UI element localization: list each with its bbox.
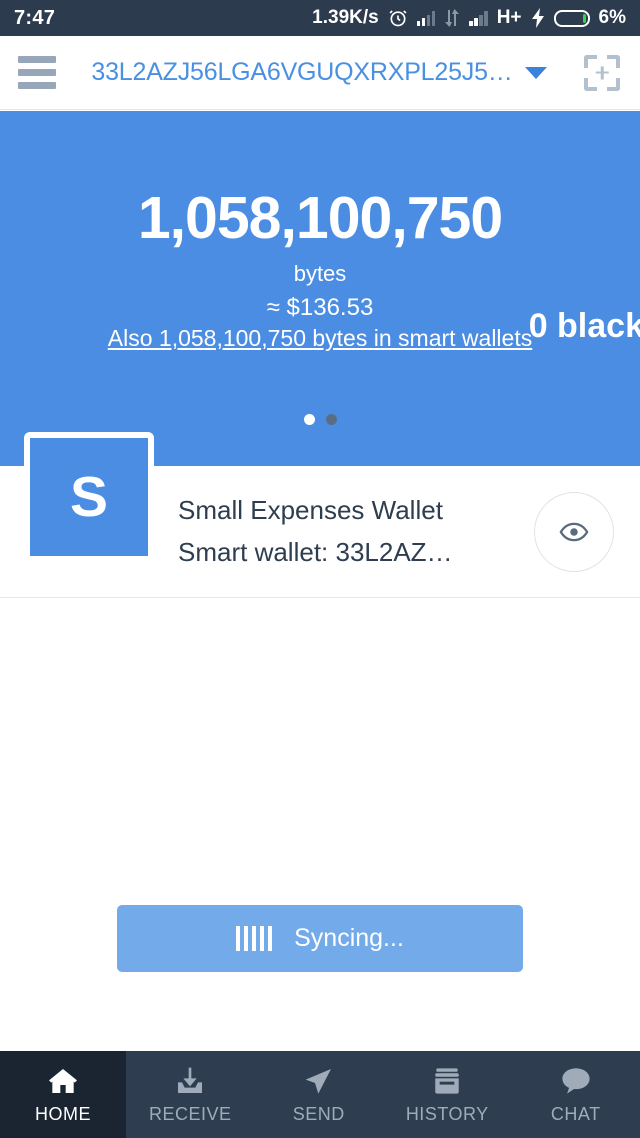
nav-item-send[interactable]: SEND <box>255 1051 384 1138</box>
pager-dot-2[interactable] <box>325 414 337 425</box>
eye-icon <box>559 522 589 542</box>
smart-wallets-link[interactable]: Also 1,058,100,750 bytes in smart wallet… <box>0 325 640 352</box>
battery-percent-text: 6% <box>598 7 626 28</box>
nav-item-home[interactable]: HOME <box>0 1051 126 1138</box>
balance-unit: bytes <box>293 261 347 286</box>
syncing-label: Syncing... <box>294 924 404 952</box>
carousel-pager[interactable] <box>0 414 640 425</box>
eye-icon-button[interactable] <box>534 492 614 572</box>
wallet-title: Small Expenses Wallet <box>178 495 443 525</box>
app-root: 7:47 1.39K/s H+ 6% 33L2AZJ56LGA6VGUQXRXP… <box>0 0 640 1138</box>
nav-item-history[interactable]: HISTORY <box>383 1051 512 1138</box>
nav-label-send: SEND <box>292 1104 345 1124</box>
network-speed-text: 1.39K/s <box>312 7 379 28</box>
alarm-clock-icon <box>388 8 408 28</box>
signal-bars-icon <box>416 10 436 26</box>
chevron-down-icon <box>524 66 547 79</box>
signal-bars-icon-2 <box>469 10 488 26</box>
pager-dot-1[interactable] <box>303 414 315 425</box>
wallet-address-text: 33L2AZJ56LGA6VGUQXRXPL25J5… <box>91 58 513 86</box>
wallet-avatar: S <box>24 432 154 562</box>
paper-plane-icon <box>303 1064 335 1098</box>
app-bar: 33L2AZJ56LGA6VGUQXRXPL25J5… <box>0 36 640 110</box>
battery-icon <box>553 9 590 27</box>
hamburger-menu-icon[interactable] <box>18 56 56 89</box>
network-type-text: H+ <box>496 7 522 28</box>
data-transfer-icon <box>444 9 460 27</box>
lightning-bolt-icon <box>531 8 545 28</box>
loading-bars-icon <box>236 926 273 951</box>
nav-label-history: HISTORY <box>405 1104 489 1124</box>
balance-fiat: ≈ $136.53 <box>266 294 374 321</box>
nav-item-receive[interactable]: RECEIVE <box>126 1051 255 1138</box>
nav-label-home: HOME <box>35 1104 91 1124</box>
syncing-button[interactable]: Syncing... <box>117 905 523 972</box>
bottom-navigation: HOME RECEIVE SEND HISTORY CHAT <box>0 1051 640 1138</box>
speech-bubble-icon <box>559 1064 593 1098</box>
status-bar: 7:47 1.39K/s H+ 6% <box>0 0 640 36</box>
nav-label-chat: CHAT <box>550 1104 601 1124</box>
content-area: Syncing... <box>0 598 640 1051</box>
balance-block: 1,058,100,750 bytes ≈ $136.53 <box>0 189 640 322</box>
status-time: 7:47 <box>14 6 56 29</box>
home-icon <box>46 1064 80 1098</box>
download-icon <box>173 1064 207 1098</box>
balance-hero: 0 black 1,058,100,750 bytes ≈ $136.53 Al… <box>0 111 640 466</box>
qr-scan-icon[interactable] <box>582 53 622 93</box>
wallet-card[interactable]: S Small Expenses Wallet Smart wallet: 33… <box>0 432 640 598</box>
nav-item-chat[interactable]: CHAT <box>512 1051 640 1138</box>
archive-box-icon <box>431 1064 463 1098</box>
balance-amount: 1,058,100,750 <box>137 185 503 251</box>
avatar-letter: S <box>69 465 109 529</box>
wallet-subtitle: Smart wallet: 33L2AZ… <box>178 537 453 567</box>
wallet-address-selector[interactable]: 33L2AZJ56LGA6VGUQXRXPL25J5… <box>56 58 582 87</box>
nav-label-receive: RECEIVE <box>148 1104 232 1124</box>
